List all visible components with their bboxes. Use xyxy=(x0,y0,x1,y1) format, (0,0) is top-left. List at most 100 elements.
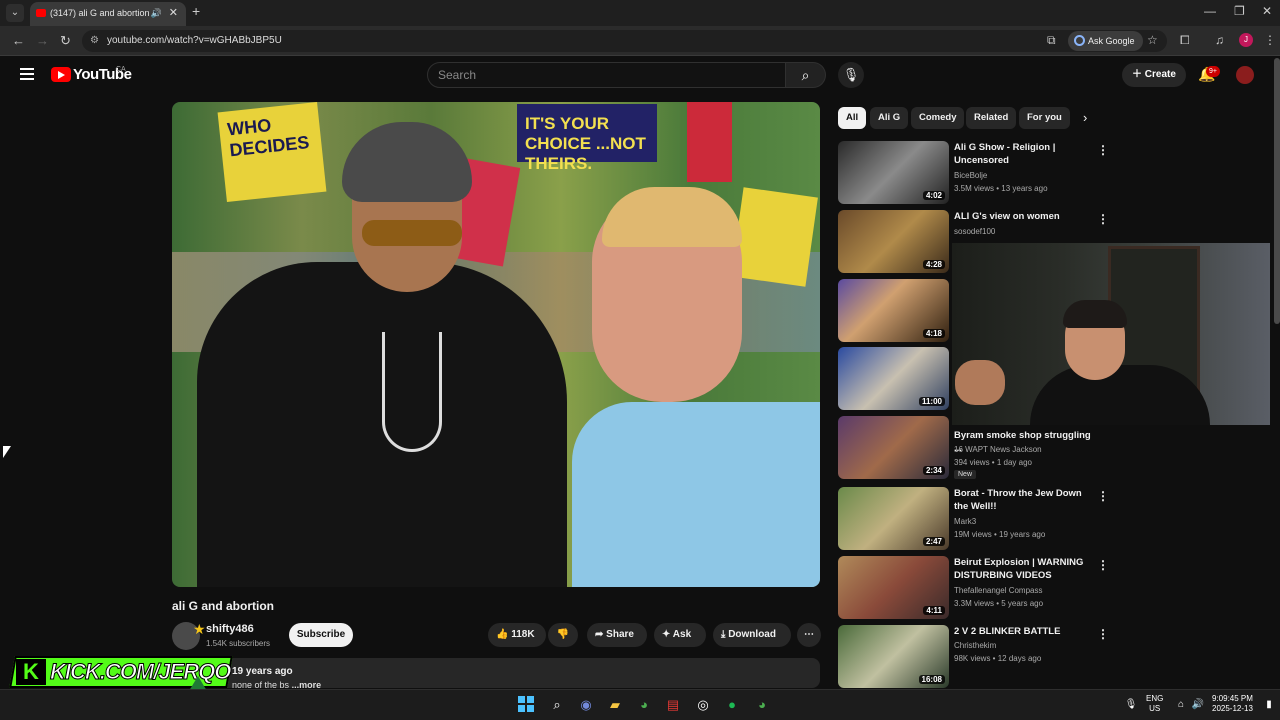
youtube-favicon-icon xyxy=(36,9,46,17)
minimize-button[interactable]: — xyxy=(1204,4,1216,18)
install-app-icon[interactable]: ⧉ xyxy=(1047,33,1056,48)
recommendation-menu-icon[interactable]: ⋮ xyxy=(1097,489,1109,503)
account-avatar[interactable] xyxy=(1236,66,1254,84)
bookmark-star-icon[interactable]: ☆ xyxy=(1147,33,1158,47)
protest-sign-left: WHO DECIDES xyxy=(217,102,327,202)
tab-active[interactable]: (3147) ali G and abortion - 🔊 ✕ xyxy=(30,2,186,26)
chrome-active-icon[interactable]: ◕ xyxy=(753,697,771,713)
recommendation-thumbnail[interactable]: 11:00 xyxy=(838,347,949,410)
recommendation-title[interactable]: Borat - Throw the Jew Down the Well!! xyxy=(954,487,1094,513)
reload-button[interactable]: ↻ xyxy=(60,33,71,49)
media-controls-icon[interactable]: ♫ xyxy=(1215,33,1224,47)
like-button[interactable]: 👍 118K xyxy=(488,623,546,647)
tray-mic-icon[interactable]: 🎙 xyxy=(1122,697,1140,713)
ask-google-button[interactable]: Ask Google xyxy=(1068,31,1143,51)
christmas-star-icon: ★ xyxy=(193,621,206,637)
plus-icon: ＋ xyxy=(1132,69,1145,80)
youtube-logo-icon[interactable] xyxy=(51,67,71,82)
recommendation-menu-icon[interactable]: ⋮ xyxy=(1097,212,1109,226)
recommendation-thumbnail[interactable]: 2:47 xyxy=(838,487,949,550)
recommendation-title[interactable]: Ali G Show - Religion | Uncensored xyxy=(954,141,1094,167)
discord-icon[interactable]: ◉ xyxy=(577,697,595,713)
recommendation-title[interactable]: Beirut Explosion | WARNING DISTURBING VI… xyxy=(954,556,1094,582)
recommendation-title[interactable]: ALI G's view on women xyxy=(954,210,1094,223)
chevron-right-icon[interactable]: › xyxy=(1083,110,1087,125)
recommendation-thumbnail[interactable]: 4:11 xyxy=(838,556,949,619)
windows-start-icon[interactable] xyxy=(518,696,534,712)
browser-menu-icon[interactable]: ⋮ xyxy=(1264,33,1276,47)
language-indicator[interactable]: ENG US xyxy=(1146,694,1163,714)
recommendation-meta: 394 views • 1 day ago xyxy=(954,458,1032,467)
profile-avatar[interactable]: J xyxy=(1239,33,1253,47)
microphone-icon: 🎙 xyxy=(842,67,860,82)
recommendation-menu-icon[interactable]: ⋮ xyxy=(1097,143,1109,157)
recommendation-title[interactable]: 2 V 2 BLINKER BATTLE xyxy=(954,625,1094,638)
streamer-body xyxy=(1030,365,1210,425)
spotify-icon[interactable]: ● xyxy=(723,697,741,713)
address-bar[interactable]: ⚙ youtube.com/watch?v=wGHABbJBP5U xyxy=(82,30,1167,52)
recommendation-channel[interactable]: sosodef100 xyxy=(954,227,995,236)
recommendation-channel[interactable]: 16 WAPT News Jackson xyxy=(954,445,1042,454)
clock[interactable]: 9:09:45 PM 2025-12-13 xyxy=(1212,694,1253,714)
taskbar-search-icon[interactable]: ⌕ xyxy=(548,697,566,713)
new-badge: New xyxy=(954,470,977,479)
tab-close-icon[interactable]: ✕ xyxy=(169,2,178,24)
chip-comedy[interactable]: Comedy xyxy=(911,107,965,129)
duration-badge: 4:11 xyxy=(923,606,945,615)
recommendation-meta: 19M views • 19 years ago xyxy=(954,530,1046,539)
duration-badge: 4:28 xyxy=(922,260,945,269)
notification-center-icon[interactable]: ▮ xyxy=(1260,697,1278,713)
chip-ali-g[interactable]: Ali G xyxy=(870,107,909,129)
ask-button[interactable]: ✦ Ask xyxy=(654,623,706,647)
chip-for-you[interactable]: For you xyxy=(1019,107,1070,129)
search-button[interactable]: ⌕ xyxy=(786,62,826,88)
recommendation-menu-icon[interactable]: ⋮ xyxy=(1097,627,1109,641)
kick-logo-icon: K xyxy=(16,659,46,685)
subscriber-count: 1.54K subscribers xyxy=(206,639,271,648)
page-scrollbar[interactable] xyxy=(1274,58,1280,324)
recommendation-thumbnail[interactable]: 4:18 xyxy=(838,279,949,342)
recommendation-thumbnail[interactable]: 4:02 xyxy=(838,141,949,204)
close-window-button[interactable]: ✕ xyxy=(1262,4,1272,18)
app-icon[interactable]: ▤ xyxy=(664,697,682,713)
network-icon[interactable]: ⌂ xyxy=(1172,697,1190,713)
chip-related[interactable]: Related xyxy=(966,107,1017,129)
extensions-icon[interactable]: ⧠ xyxy=(1180,33,1190,48)
download-button[interactable]: ⤓ Download xyxy=(713,623,791,647)
streamer-hand xyxy=(955,360,1005,405)
video-player[interactable]: WHO DECIDES IT'S YOUR CHOICE ...NOT THEI… xyxy=(172,102,820,587)
share-button[interactable]: ➦ Share xyxy=(587,623,647,647)
more-actions-button[interactable]: ⋯ xyxy=(797,623,821,647)
tab-search-icon[interactable]: ⌄ xyxy=(6,4,24,22)
subscribe-button[interactable]: Subscribe xyxy=(289,623,353,647)
new-tab-button[interactable]: + xyxy=(192,3,200,19)
search-input[interactable]: Search xyxy=(427,62,786,88)
obs-icon[interactable]: ◎ xyxy=(694,697,712,713)
lang-top: ENG xyxy=(1146,694,1164,703)
ask-label: Ask xyxy=(672,629,692,640)
recommendation-menu-icon[interactable]: ⋮ xyxy=(1097,558,1109,572)
forward-button[interactable]: → xyxy=(36,33,49,48)
guide-menu-icon[interactable] xyxy=(20,68,34,80)
file-explorer-icon[interactable]: ▰ xyxy=(606,697,624,713)
recommendation-thumbnail[interactable]: 4:28 xyxy=(838,210,949,273)
volume-icon[interactable]: 🔊 xyxy=(1189,697,1207,713)
recommendation-thumbnail[interactable]: 16:08 xyxy=(838,625,949,688)
recommendation-channel[interactable]: Thefallenangel Compass xyxy=(954,586,1043,595)
maximize-button[interactable]: ❐ xyxy=(1234,4,1245,18)
recommendation-thumbnail[interactable]: 2:34 xyxy=(838,416,949,479)
create-button[interactable]: ＋ Create xyxy=(1122,63,1186,87)
chrome-icon[interactable]: ◕ xyxy=(635,697,653,713)
share-icon: ➦ xyxy=(595,629,607,640)
chip-all[interactable]: All xyxy=(838,107,867,129)
channel-name[interactable]: shifty486 xyxy=(206,623,254,635)
sunglasses xyxy=(362,220,462,246)
recommendation-channel[interactable]: Christhekim xyxy=(954,641,996,650)
recommendation-channel[interactable]: BiceBolje xyxy=(954,171,987,180)
voice-search-button[interactable]: 🎙 xyxy=(838,62,864,88)
back-button[interactable]: ← xyxy=(12,33,25,48)
dislike-button[interactable]: 👎 xyxy=(548,623,578,647)
tab-audio-icon[interactable]: 🔊 xyxy=(151,2,162,24)
recommendation-channel[interactable]: Mark3 xyxy=(954,517,976,526)
site-info-icon[interactable]: ⚙ xyxy=(90,30,99,52)
